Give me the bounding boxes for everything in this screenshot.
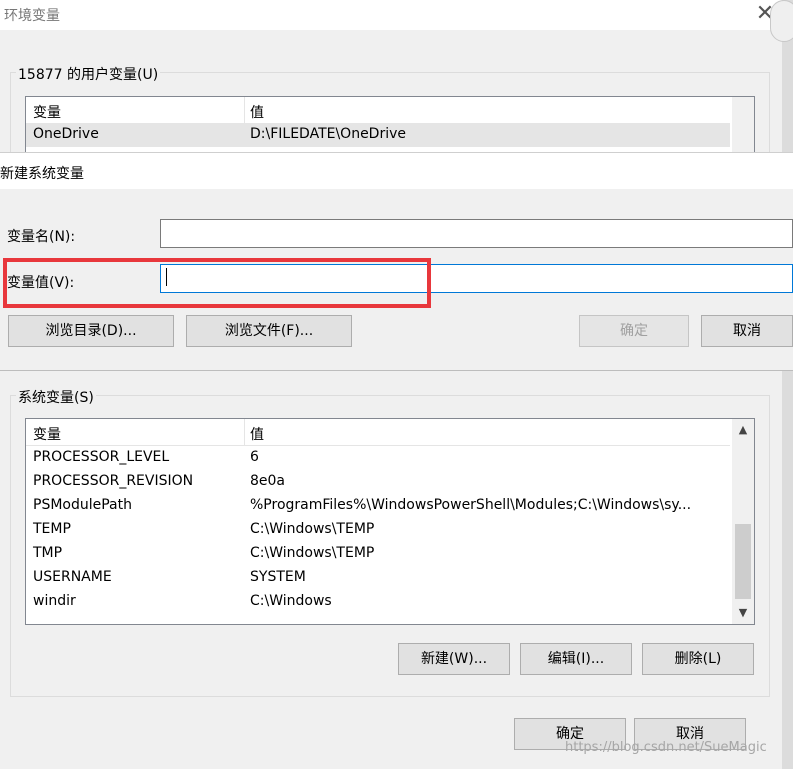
dialog-title-bar: 新建系统变量: [0, 152, 793, 189]
watermark: https://blog.csdn.net/SueMagic: [565, 740, 767, 755]
variable-name: PSModulePath: [33, 497, 132, 513]
list-header: 变量 值: [26, 97, 730, 124]
delete-variable-button[interactable]: 删除(L): [642, 643, 754, 675]
table-row[interactable]: PROCESSOR_LEVEL 6: [26, 446, 730, 470]
scroll-down-icon[interactable]: ▼: [732, 604, 754, 622]
title-bar: 环境变量 ✕: [0, 0, 793, 30]
list-header: 变量 值: [26, 419, 730, 446]
variable-value: C:\Windows\TEMP: [250, 545, 375, 561]
scroll-up-icon[interactable]: ▲: [732, 421, 754, 439]
table-row[interactable]: PROCESSOR_REVISION 8e0a: [26, 470, 730, 494]
variable-name: TMP: [33, 545, 63, 561]
red-highlight-annotation: [3, 258, 431, 308]
background-circle-decoration: [770, 0, 793, 42]
table-row[interactable]: TMP C:\Windows\TEMP: [26, 542, 730, 566]
column-header-variable[interactable]: 变量: [33, 424, 61, 444]
variable-name: windir: [33, 593, 76, 609]
dialog-cancel-button[interactable]: 取消: [701, 315, 793, 347]
table-row[interactable]: USERNAME SYSTEM: [26, 566, 730, 590]
dialog-ok-button[interactable]: 确定: [579, 315, 689, 347]
environment-variables-window: 环境变量 ✕ 15877 的用户变量(U) 变量 值 OneDrive D:\F…: [0, 0, 793, 769]
browse-directory-button[interactable]: 浏览目录(D)...: [8, 315, 174, 347]
table-row[interactable]: PSModulePath %ProgramFiles%\WindowsPower…: [26, 494, 730, 518]
variable-name: OneDrive: [33, 126, 99, 142]
variable-name: USERNAME: [33, 569, 112, 585]
scrollbar-thumb[interactable]: [735, 524, 751, 599]
vertical-scrollbar[interactable]: [732, 97, 754, 157]
system-variables-label: 系统变量(S): [16, 387, 96, 407]
variable-value: C:\Windows: [250, 593, 332, 609]
system-variables-list[interactable]: 变量 值 PROCESSOR_LEVEL 6 PROCESSOR_REVISIO…: [25, 418, 755, 625]
edit-variable-button[interactable]: 编辑(I)...: [520, 643, 632, 675]
window-title: 环境变量: [4, 8, 60, 24]
column-header-value[interactable]: 值: [250, 424, 264, 444]
variable-name: PROCESSOR_LEVEL: [33, 449, 170, 465]
new-system-variable-dialog: 新建系统变量 变量名(N): 变量值(V): 浏览目录(D)... 浏览文件(F…: [0, 152, 793, 371]
variable-value: 6: [250, 449, 259, 465]
variable-value: D:\FILEDATE\OneDrive: [250, 126, 407, 142]
table-row[interactable]: OneDrive D:\FILEDATE\OneDrive: [26, 123, 730, 147]
vertical-scrollbar[interactable]: ▲ ▼: [732, 419, 754, 624]
user-variables-label: 15877 的用户变量(U): [16, 64, 161, 84]
background-edge: [782, 0, 793, 769]
variable-name: PROCESSOR_REVISION: [33, 473, 194, 489]
dialog-title: 新建系统变量: [0, 166, 84, 182]
variable-value: %ProgramFiles%\WindowsPowerShell\Modules…: [250, 497, 692, 513]
variable-value: SYSTEM: [250, 569, 306, 585]
table-row[interactable]: TEMP C:\Windows\TEMP: [26, 518, 730, 542]
column-separator: [244, 419, 245, 445]
table-row[interactable]: windir C:\Windows: [26, 590, 730, 614]
variable-value: C:\Windows\TEMP: [250, 521, 375, 537]
column-header-variable[interactable]: 变量: [33, 102, 61, 122]
column-separator: [244, 97, 245, 123]
variable-name-field[interactable]: [160, 219, 793, 248]
browse-file-button[interactable]: 浏览文件(F)...: [186, 315, 352, 347]
user-variables-list[interactable]: 变量 值 OneDrive D:\FILEDATE\OneDrive: [25, 96, 755, 158]
variable-name-label: 变量名(N):: [7, 229, 76, 245]
column-header-value[interactable]: 值: [250, 102, 264, 122]
variable-value: 8e0a: [250, 473, 286, 489]
variable-name: TEMP: [33, 521, 71, 537]
new-variable-button[interactable]: 新建(W)...: [398, 643, 510, 675]
